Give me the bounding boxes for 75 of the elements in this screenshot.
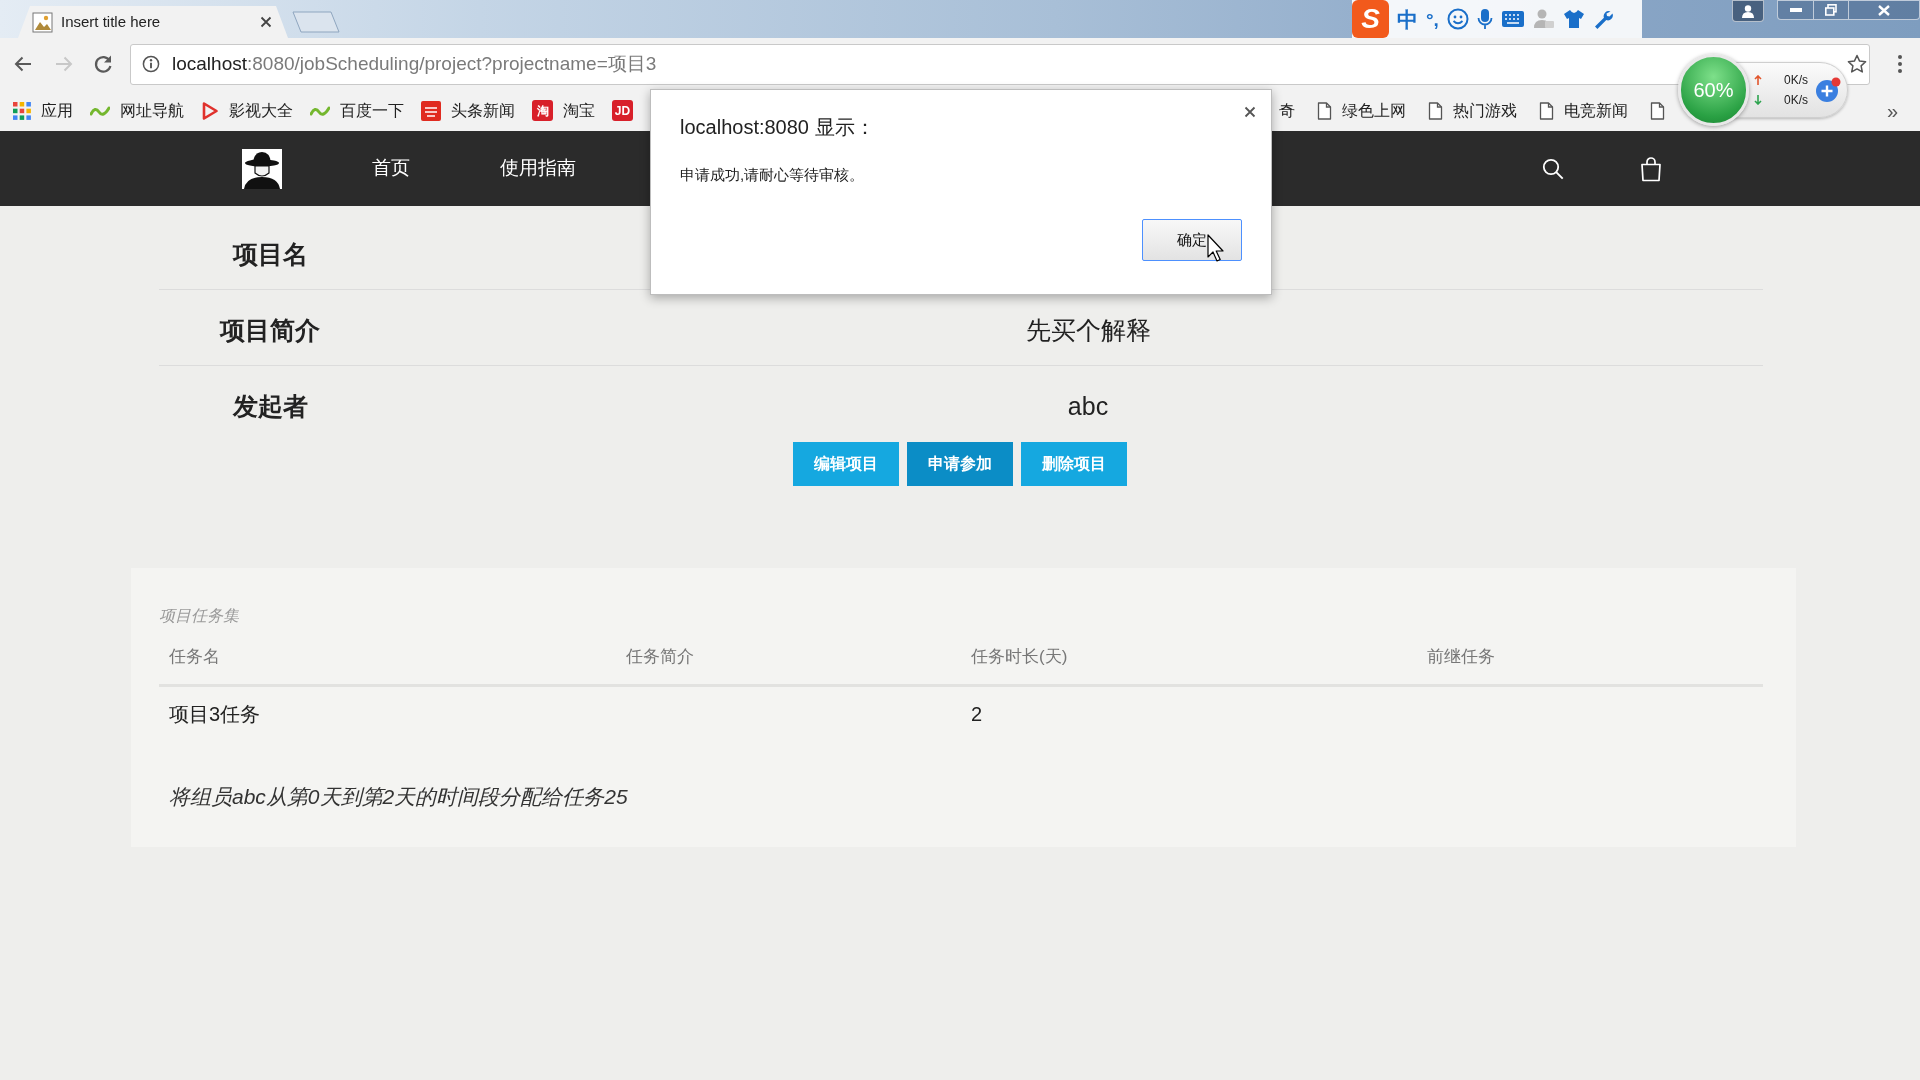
apps-grid-icon [13, 101, 31, 120]
close-icon[interactable] [1244, 106, 1256, 118]
assignment-note: 将组员abc从第0天到第2天的时间段分配给任务25 [169, 785, 628, 808]
upload-speed: 0K/s [1784, 73, 1808, 87]
field-label: 项目名 [232, 238, 308, 270]
shirt-icon[interactable] [1562, 9, 1585, 29]
close-icon[interactable] [260, 16, 272, 28]
bookmark-link[interactable]: 百度一下 [340, 98, 404, 123]
site-logo: 淘 [532, 100, 553, 121]
window-close-button[interactable] [1848, 0, 1920, 20]
bookmark-link[interactable]: 影视大全 [229, 98, 293, 123]
shopping-bag-icon[interactable] [1640, 155, 1662, 182]
browser-tab[interactable]: Insert title here [18, 6, 288, 38]
info-icon[interactable] [142, 55, 160, 73]
close-icon [1878, 4, 1890, 16]
profile-button[interactable] [1732, 0, 1764, 22]
site-logo: JD [612, 100, 633, 121]
field-value: 先买个解释 [1025, 314, 1151, 346]
column-header: 任务简介 [626, 647, 694, 666]
field-label: 项目简介 [220, 314, 320, 346]
bookmark-link[interactable]: 奇 [1279, 98, 1295, 123]
minimize-icon [1789, 8, 1802, 12]
nav-link[interactable]: 首页 [372, 154, 410, 183]
smiley-icon[interactable] [1446, 8, 1469, 30]
punctuation-toggle[interactable]: °, [1426, 9, 1439, 29]
wrench-icon[interactable] [1592, 9, 1613, 29]
url-text: localhost:8080/jobScheduling/project?projectname=项目3 [172, 51, 657, 76]
search-icon[interactable] [1542, 157, 1564, 180]
plus-icon[interactable] [1815, 77, 1841, 103]
page-icon [1650, 101, 1665, 120]
download-speed: 0K/s [1784, 93, 1808, 107]
bookmark-star-icon[interactable] [1847, 54, 1867, 74]
keyboard-icon[interactable] [1500, 10, 1525, 28]
play-icon [201, 100, 219, 121]
dialog-title: localhost:8080 显示： [680, 115, 875, 140]
nav-link[interactable]: 使用指南 [500, 154, 576, 183]
bookmark-link[interactable]: 热门游戏 [1453, 98, 1517, 123]
bookmark-link[interactable]: 头条新闻 [451, 98, 515, 123]
reload-icon[interactable] [93, 54, 113, 74]
swoosh-icon [310, 104, 330, 117]
column-header: 前继任务 [1427, 647, 1495, 666]
swoosh-icon [90, 104, 110, 117]
microphone-icon[interactable] [1476, 8, 1493, 30]
back-arrow-icon[interactable] [13, 54, 33, 74]
dialog-message: 申请成功,请耐心等待审核。 [680, 165, 865, 185]
image-icon [32, 11, 53, 33]
person-icon [1741, 4, 1755, 18]
table-caption: 项目任务集 [159, 606, 239, 626]
column-header: 任务时长(天) [971, 647, 1068, 666]
column-header: 任务名 [169, 647, 220, 666]
page-icon [1428, 101, 1443, 120]
mouse-cursor-icon [1207, 234, 1225, 262]
restore-icon [1825, 4, 1837, 16]
download-arrow-icon [1754, 95, 1762, 105]
field-label: 发起者 [232, 391, 308, 423]
bookmark-link[interactable]: 电竞新闻 [1564, 98, 1628, 123]
input-mode-toggle[interactable]: 中 [1397, 8, 1418, 30]
bookmark-link[interactable]: 绿色上网 [1342, 98, 1406, 123]
bookmark-link[interactable]: 网址导航 [120, 98, 184, 123]
table-cell: 2 [971, 703, 983, 725]
bookmark-link[interactable]: 应用 [41, 98, 73, 123]
minimize-button[interactable] [1777, 0, 1814, 20]
upload-arrow-icon [1754, 75, 1762, 85]
news-icon [421, 100, 441, 121]
page-icon [1317, 101, 1332, 120]
table-cell: 项目3任务 [169, 703, 261, 725]
ok-button[interactable]: 确定 [1142, 219, 1242, 261]
field-value: abc [1067, 391, 1109, 423]
bookmark-link[interactable]: 淘宝 [563, 98, 595, 123]
hat-figure-logo-icon[interactable] [242, 148, 282, 189]
bookmarks-overflow-button[interactable]: » [1886, 100, 1898, 121]
menu-icon[interactable] [1898, 55, 1902, 73]
restore-button[interactable] [1814, 0, 1848, 20]
page-icon [1539, 101, 1554, 120]
action-button[interactable]: 申请参加 [907, 442, 1013, 486]
